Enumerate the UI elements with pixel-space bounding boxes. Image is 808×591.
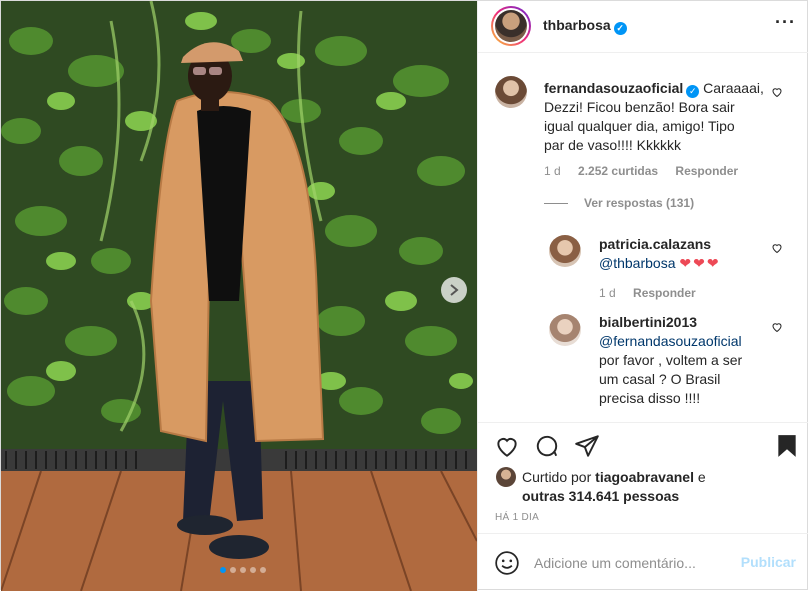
others-likes-count[interactable]: outras 314.641 pessoas	[522, 488, 679, 504]
reply-text-line: um casal ? O Brasil	[599, 371, 721, 387]
comment-avatar[interactable]	[495, 76, 527, 108]
reply-text-line: por favor , voltem a ser	[599, 352, 743, 368]
reply-mention-link[interactable]: @fernandasouzaoficial	[599, 332, 779, 351]
comment-meta: 1 d 2.252 curtidas Responder	[544, 164, 752, 178]
carousel-dot	[250, 567, 256, 573]
comment-bubble-icon[interactable]	[534, 433, 560, 459]
reply-age[interactable]: 1 d	[599, 286, 616, 300]
add-comment-bar: Publicar	[478, 533, 808, 591]
carousel-next-button[interactable]	[441, 277, 467, 303]
comment-item: fernandasouzaoficial ✓ Caraaaai, Dezzi! F…	[478, 54, 808, 214]
comment-username[interactable]: fernandasouzaoficial	[544, 80, 683, 96]
liker-avatar[interactable]	[496, 467, 516, 487]
comments-list: fernandasouzaoficial ✓ Caraaaai, Dezzi! F…	[478, 54, 808, 422]
share-send-icon[interactable]	[574, 433, 600, 459]
reply-reply-button[interactable]: Responder	[633, 286, 696, 300]
carousel-dot-active	[220, 567, 226, 573]
comment-text-line: par de vaso!!!! Kkkkkk	[544, 137, 681, 153]
view-replies-button[interactable]: Ver respostas (131)	[544, 196, 694, 210]
reply-meta: 1 d Responder	[599, 286, 710, 300]
likes-joiner: e	[697, 469, 706, 485]
view-replies-label: Ver respostas (131)	[584, 196, 695, 210]
verified-badge-icon: ✓	[613, 22, 627, 35]
like-heart-icon[interactable]	[494, 433, 520, 459]
reply-username[interactable]: bialbertini2013	[599, 313, 779, 332]
post-actions-bar	[478, 422, 808, 470]
post-header: thbarbosa ✓ ···	[478, 1, 808, 53]
comment-reply-button[interactable]: Responder	[675, 164, 738, 178]
verified-badge-icon: ✓	[686, 85, 700, 98]
reply-item: bialbertini2013 @fernandasouzaoficial po…	[478, 304, 808, 414]
comment-text-line: Dezzi! Ficou benzão! Bora sair	[544, 99, 735, 115]
reply-username[interactable]: patricia.calazans	[599, 235, 769, 254]
comment-body: fernandasouzaoficial ✓ Caraaaai, Dezzi! F…	[544, 79, 784, 155]
reply-body: bialbertini2013 @fernandasouzaoficial po…	[599, 313, 779, 408]
post-photo[interactable]	[1, 1, 477, 591]
reply-avatar[interactable]	[549, 235, 581, 267]
reply-body: patricia.calazans @thbarbosa ❤❤❤	[599, 235, 769, 273]
emoji-smiley-icon[interactable]	[494, 550, 520, 576]
comment-likes-count[interactable]: 2.252 curtidas	[578, 164, 658, 178]
comment-text-line: igual qualquer dia, amigo! Tipo	[544, 118, 735, 134]
reply-like-heart-icon[interactable]	[771, 242, 783, 254]
reply-avatar[interactable]	[549, 314, 581, 346]
carousel-dots	[220, 567, 266, 573]
author-avatar[interactable]	[491, 6, 531, 46]
reply-mention-link[interactable]: @thbarbosa	[599, 255, 675, 271]
carousel-dot	[240, 567, 246, 573]
carousel-dot	[230, 567, 236, 573]
post-timestamp[interactable]: HÁ 1 DIA	[495, 512, 539, 523]
more-options-icon[interactable]: ···	[775, 13, 796, 31]
comment-text-line: Caraaaai,	[703, 80, 764, 96]
author-username[interactable]: thbarbosa	[543, 17, 611, 33]
post-side-panel: thbarbosa ✓ ··· fernandasouzaoficial ✓ Car…	[477, 1, 808, 591]
comment-input[interactable]	[534, 552, 734, 574]
bookmark-saved-icon[interactable]	[774, 433, 800, 459]
carousel-dot	[260, 567, 266, 573]
reply-text-line: precisa disso !!!!	[599, 390, 701, 406]
reply-item: patricia.calazans @thbarbosa ❤❤❤ 1 d Res…	[478, 224, 808, 304]
comment-age[interactable]: 1 d	[544, 164, 561, 178]
publish-button[interactable]: Publicar	[741, 554, 796, 570]
liker-username[interactable]: tiagoabravanel	[595, 469, 694, 485]
instagram-post: thbarbosa ✓ ··· fernandasouzaoficial ✓ Car…	[0, 0, 808, 591]
red-hearts-emoji: ❤❤❤	[679, 255, 721, 271]
comment-like-heart-icon[interactable]	[771, 86, 783, 98]
chevron-right-icon	[450, 284, 459, 296]
reply-like-heart-icon[interactable]	[771, 321, 783, 333]
post-image	[1, 1, 477, 591]
likes-prefix: Curtido por	[522, 469, 592, 485]
